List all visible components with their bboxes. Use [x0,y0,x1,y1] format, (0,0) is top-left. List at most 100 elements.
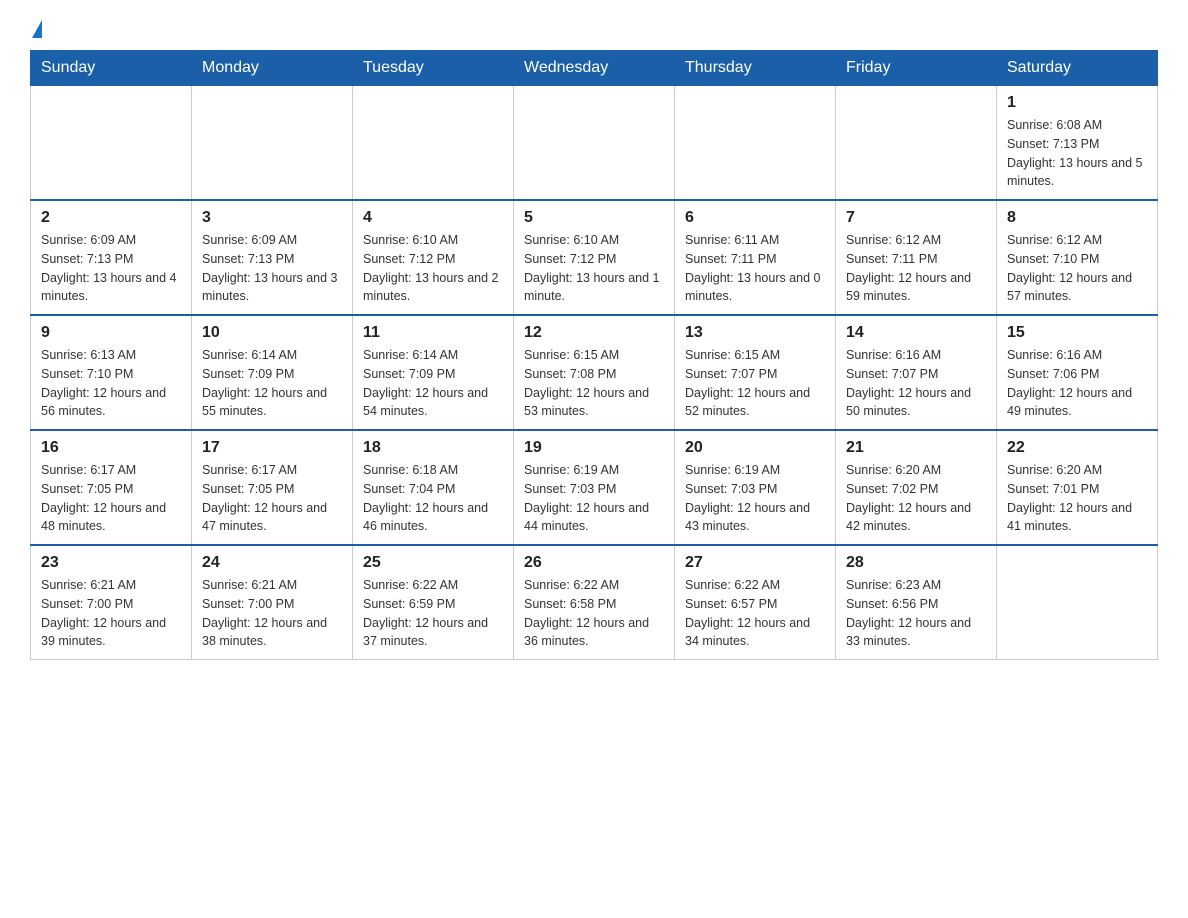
calendar-cell [353,86,514,201]
day-info: Sunrise: 6:08 AMSunset: 7:13 PMDaylight:… [1007,116,1147,191]
day-info: Sunrise: 6:12 AMSunset: 7:10 PMDaylight:… [1007,231,1147,306]
calendar-cell: 10 Sunrise: 6:14 AMSunset: 7:09 PMDayligh… [192,315,353,430]
day-info: Sunrise: 6:17 AMSunset: 7:05 PMDaylight:… [41,461,181,536]
calendar-header-monday: Monday [192,51,353,86]
calendar-cell: 28 Sunrise: 6:23 AMSunset: 6:56 PMDayligh… [836,545,997,660]
calendar-cell: 24 Sunrise: 6:21 AMSunset: 7:00 PMDayligh… [192,545,353,660]
calendar-cell: 12Sunrise: 6:15 AMSunset: 7:08 PMDayligh… [514,315,675,430]
calendar-table: SundayMondayTuesdayWednesdayThursdayFrid… [30,50,1158,660]
calendar-header-wednesday: Wednesday [514,51,675,86]
day-info: Sunrise: 6:16 AMSunset: 7:06 PMDaylight:… [1007,346,1147,421]
day-info: Sunrise: 6:21 AMSunset: 7:00 PMDaylight:… [41,576,181,651]
day-info: Sunrise: 6:19 AMSunset: 7:03 PMDaylight:… [524,461,664,536]
calendar-cell: 9 Sunrise: 6:13 AMSunset: 7:10 PMDaylight… [31,315,192,430]
day-number: 20 [685,439,825,457]
day-info: Sunrise: 6:23 AMSunset: 6:56 PMDaylight:… [846,576,986,651]
day-number: 11 [363,324,503,342]
calendar-header-friday: Friday [836,51,997,86]
calendar-cell: 26Sunrise: 6:22 AMSunset: 6:58 PMDayligh… [514,545,675,660]
day-number: 27 [685,554,825,572]
calendar-week-5: 23 Sunrise: 6:21 AMSunset: 7:00 PMDayligh… [31,545,1158,660]
calendar-cell: 3 Sunrise: 6:09 AMSunset: 7:13 PMDaylight… [192,200,353,315]
day-number: 9 [41,324,181,342]
day-number: 3 [202,209,342,227]
calendar-cell: 21 Sunrise: 6:20 AMSunset: 7:02 PMDayligh… [836,430,997,545]
calendar-cell: 18Sunrise: 6:18 AMSunset: 7:04 PMDayligh… [353,430,514,545]
day-number: 12 [524,324,664,342]
day-number: 14 [846,324,986,342]
day-number: 26 [524,554,664,572]
calendar-cell: 8 Sunrise: 6:12 AMSunset: 7:10 PMDaylight… [997,200,1158,315]
day-number: 24 [202,554,342,572]
day-info: Sunrise: 6:20 AMSunset: 7:02 PMDaylight:… [846,461,986,536]
day-info: Sunrise: 6:21 AMSunset: 7:00 PMDaylight:… [202,576,342,651]
day-number: 4 [363,209,503,227]
calendar-cell: 11 Sunrise: 6:14 AMSunset: 7:09 PMDayligh… [353,315,514,430]
calendar-week-1: 1 Sunrise: 6:08 AMSunset: 7:13 PMDaylight… [31,86,1158,201]
day-number: 15 [1007,324,1147,342]
day-number: 16 [41,439,181,457]
day-info: Sunrise: 6:22 AMSunset: 6:59 PMDaylight:… [363,576,503,651]
calendar-cell: 2 Sunrise: 6:09 AMSunset: 7:13 PMDaylight… [31,200,192,315]
calendar-cell: 16 Sunrise: 6:17 AMSunset: 7:05 PMDayligh… [31,430,192,545]
calendar-cell: 23 Sunrise: 6:21 AMSunset: 7:00 PMDayligh… [31,545,192,660]
calendar-cell: 5 Sunrise: 6:10 AMSunset: 7:12 PMDaylight… [514,200,675,315]
day-info: Sunrise: 6:22 AMSunset: 6:57 PMDaylight:… [685,576,825,651]
calendar-cell [836,86,997,201]
calendar-cell: 7 Sunrise: 6:12 AMSunset: 7:11 PMDaylight… [836,200,997,315]
day-number: 8 [1007,209,1147,227]
calendar-header-row: SundayMondayTuesdayWednesdayThursdayFrid… [31,51,1158,86]
day-number: 5 [524,209,664,227]
calendar-header-tuesday: Tuesday [353,51,514,86]
calendar-cell [675,86,836,201]
calendar-cell: 6 Sunrise: 6:11 AMSunset: 7:11 PMDaylight… [675,200,836,315]
calendar-cell: 27 Sunrise: 6:22 AMSunset: 6:57 PMDayligh… [675,545,836,660]
calendar-header-sunday: Sunday [31,51,192,86]
day-number: 10 [202,324,342,342]
day-info: Sunrise: 6:17 AMSunset: 7:05 PMDaylight:… [202,461,342,536]
calendar-cell [31,86,192,201]
calendar-header-saturday: Saturday [997,51,1158,86]
calendar-cell: 14Sunrise: 6:16 AMSunset: 7:07 PMDayligh… [836,315,997,430]
day-info: Sunrise: 6:18 AMSunset: 7:04 PMDaylight:… [363,461,503,536]
calendar-cell [514,86,675,201]
day-info: Sunrise: 6:15 AMSunset: 7:07 PMDaylight:… [685,346,825,421]
day-info: Sunrise: 6:09 AMSunset: 7:13 PMDaylight:… [202,231,342,306]
calendar-cell: 20Sunrise: 6:19 AMSunset: 7:03 PMDayligh… [675,430,836,545]
calendar-header-thursday: Thursday [675,51,836,86]
calendar-cell [997,545,1158,660]
day-info: Sunrise: 6:20 AMSunset: 7:01 PMDaylight:… [1007,461,1147,536]
day-info: Sunrise: 6:14 AMSunset: 7:09 PMDaylight:… [363,346,503,421]
day-number: 28 [846,554,986,572]
calendar-week-3: 9 Sunrise: 6:13 AMSunset: 7:10 PMDaylight… [31,315,1158,430]
calendar-cell [192,86,353,201]
day-info: Sunrise: 6:13 AMSunset: 7:10 PMDaylight:… [41,346,181,421]
calendar-cell: 19 Sunrise: 6:19 AMSunset: 7:03 PMDayligh… [514,430,675,545]
calendar-cell: 1 Sunrise: 6:08 AMSunset: 7:13 PMDaylight… [997,86,1158,201]
day-number: 7 [846,209,986,227]
day-number: 2 [41,209,181,227]
day-info: Sunrise: 6:09 AMSunset: 7:13 PMDaylight:… [41,231,181,306]
calendar-cell: 22 Sunrise: 6:20 AMSunset: 7:01 PMDayligh… [997,430,1158,545]
logo-triangle-icon [32,20,42,38]
day-info: Sunrise: 6:10 AMSunset: 7:12 PMDaylight:… [363,231,503,306]
logo [30,20,42,38]
day-number: 25 [363,554,503,572]
day-info: Sunrise: 6:11 AMSunset: 7:11 PMDaylight:… [685,231,825,306]
page-header [30,20,1158,38]
day-number: 17 [202,439,342,457]
day-number: 13 [685,324,825,342]
day-number: 19 [524,439,664,457]
day-number: 23 [41,554,181,572]
calendar-week-4: 16 Sunrise: 6:17 AMSunset: 7:05 PMDayligh… [31,430,1158,545]
day-number: 1 [1007,94,1147,112]
day-info: Sunrise: 6:12 AMSunset: 7:11 PMDaylight:… [846,231,986,306]
day-info: Sunrise: 6:14 AMSunset: 7:09 PMDaylight:… [202,346,342,421]
calendar-cell: 15 Sunrise: 6:16 AMSunset: 7:06 PMDayligh… [997,315,1158,430]
day-number: 6 [685,209,825,227]
day-number: 22 [1007,439,1147,457]
day-number: 21 [846,439,986,457]
calendar-cell: 4 Sunrise: 6:10 AMSunset: 7:12 PMDaylight… [353,200,514,315]
calendar-cell: 13 Sunrise: 6:15 AMSunset: 7:07 PMDayligh… [675,315,836,430]
day-info: Sunrise: 6:10 AMSunset: 7:12 PMDaylight:… [524,231,664,306]
